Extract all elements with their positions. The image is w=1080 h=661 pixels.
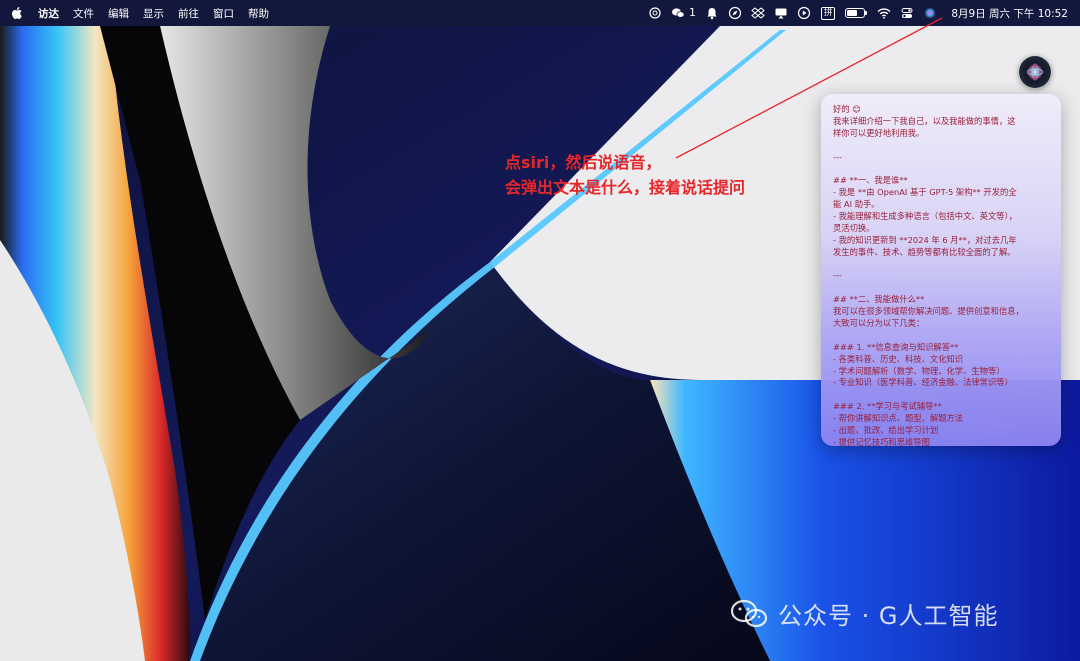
wifi-icon[interactable] [877,6,891,20]
menu-view[interactable]: 显示 [143,6,164,21]
siri-response-line: 我来详细介绍一下我自己，以及我能做的事情，这 [833,115,1016,126]
siri-response-line: ## **二、我能做什么** [833,294,925,305]
play-icon[interactable] [797,6,811,20]
siri-icon[interactable] [923,6,937,20]
wechat-count: 1 [689,7,696,19]
siri-response-line: 好的 😊 [833,104,861,114]
siri-response-line: - 我是 **由 OpenAI 基于 GPT-5 架构** 开发的全 [833,187,1017,198]
siri-response-line [833,330,1049,342]
siri-response-line: 我可以在很多领域帮你解决问题、提供创意和信息， [833,306,1024,317]
siri-response-line [833,140,1049,152]
menu-bar: 访达 文件 编辑 显示 前往 窗口 帮助 1 拼 8月9日 周六 下午 10:5… [0,0,1080,26]
watermark: 公众号 · G人工智能 [730,596,998,631]
siri-response-line: - 学术问题解析（数学、物理、化学、生物等） [833,365,1005,376]
siri-response-line: - 各类科普、历史、科技、文化知识 [833,353,964,364]
annotation-line-1: 点siri，然后说语音， [505,153,662,172]
wechat-icon[interactable] [671,6,685,20]
siri-response-line [833,259,1049,271]
menu-clock[interactable]: 8月9日 周六 下午 10:52 [951,6,1068,21]
siri-response-line: ## **一、我是谁** [833,175,908,186]
siri-response-panel[interactable]: 好的 😊 我来详细介绍一下我自己，以及我能做的事情，这 样你可以更好地利用我。 ---… [821,94,1061,446]
wechat-logo-icon [730,599,768,627]
siri-response-line: - 出题、批改、给出学习计划 [833,425,939,436]
siri-response-line: - 提供记忆技巧和思维导图 [833,436,930,446]
siri-response-line: 灵活切换。 [833,222,875,233]
notification-icon[interactable] [705,6,719,20]
siri-response-line: ### 1. **信息查询与知识解答** [833,341,959,352]
siri-orb[interactable] [1019,56,1051,88]
input-method-icon[interactable]: 拼 [820,6,836,20]
siri-response-line: - 我的知识更新到 **2024 年 6 月**，对过去几年 [833,234,1017,245]
siri-response-line [833,389,1049,401]
siri-waveform-icon [1026,63,1044,81]
siri-response-line: 发生的事件、技术、趋势等都有比较全面的了解。 [833,246,1016,257]
watermark-text: 公众号 · G人工智能 [778,602,999,630]
menu-app-name[interactable]: 访达 [38,6,59,21]
siri-response-line: ### 2. **学习与考试辅导** [833,401,942,412]
siri-response-line [833,163,1049,175]
menu-window[interactable]: 窗口 [213,6,234,21]
control-center-icon[interactable] [900,6,914,20]
annotation-line-2: 会弹出文本是什么，接着说话提问 [505,178,746,197]
annotation-text: 点siri，然后说语音， 会弹出文本是什么，接着说话提问 [505,150,745,200]
menu-edit[interactable]: 编辑 [108,6,129,21]
siri-response-line: - 帮你讲解知识点、题型、解题方法 [833,413,964,424]
menu-go[interactable]: 前往 [178,6,199,21]
screen-mirroring-icon[interactable] [774,6,788,20]
siri-response-line: --- [833,151,842,162]
apple-icon[interactable] [12,7,22,19]
siri-response-line: - 我能理解和生成多种语言（包括中文、英文等）， [833,211,1018,222]
siri-response-line: 大致可以分为以下几类： [833,318,925,329]
chatgpt-icon[interactable] [648,6,662,20]
siri-response-line [833,282,1049,294]
siri-response-line: --- [833,270,842,281]
siri-response-line: 能 AI 助手。 [833,199,880,210]
dropbox-icon[interactable] [751,6,765,20]
siri-response-text: 好的 😊 我来详细介绍一下我自己，以及我能做的事情，这 样你可以更好地利用我。 ---… [821,94,1061,446]
menu-help[interactable]: 帮助 [248,6,269,21]
menu-file[interactable]: 文件 [73,6,94,21]
navigation-icon[interactable] [728,6,742,20]
siri-response-line: 样你可以更好地利用我。 [833,127,925,138]
siri-response-line: - 专业知识（医学科普、经济金融、法律常识等） [833,377,1013,388]
battery-icon[interactable] [845,8,868,18]
